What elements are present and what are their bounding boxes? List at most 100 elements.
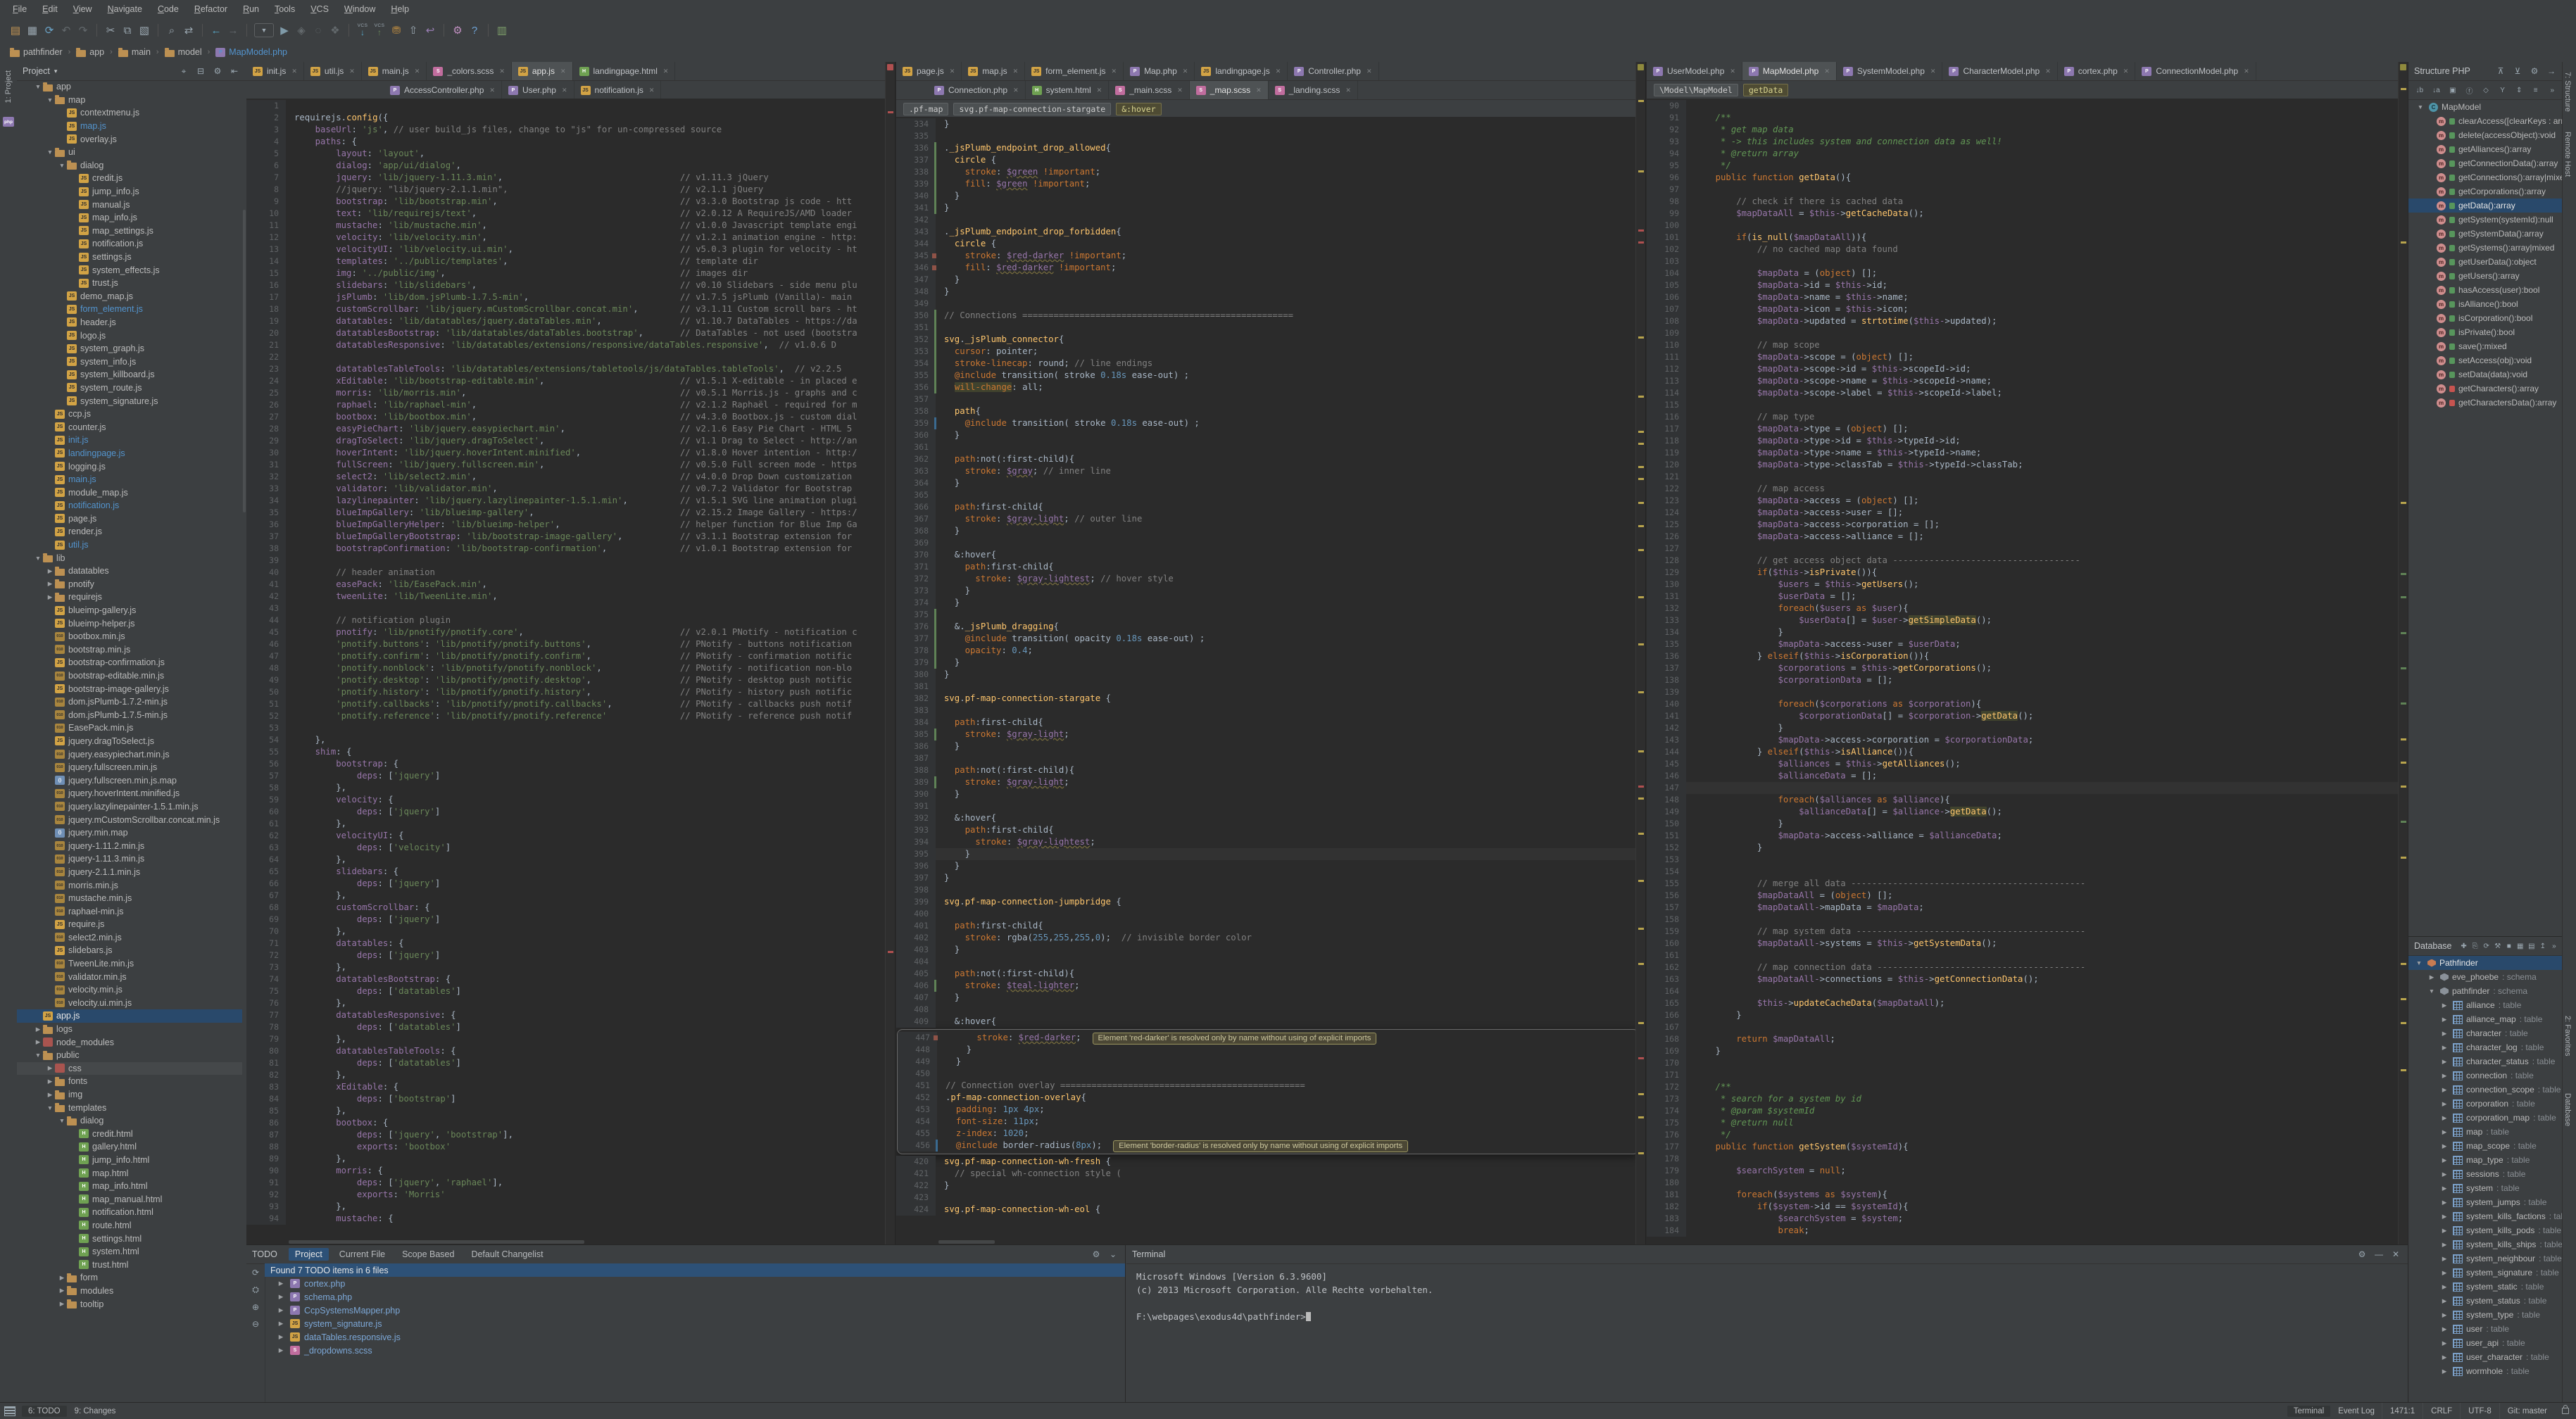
tab-close-icon[interactable]: ✕ xyxy=(560,68,566,75)
terminal-header-icon[interactable]: ✕ xyxy=(2389,1248,2402,1261)
readonly-lock-icon[interactable] xyxy=(2562,1408,2569,1414)
todo-file-row[interactable]: ▶Pcortex.php xyxy=(265,1277,1125,1290)
eg-right-error-stripe[interactable] xyxy=(2398,62,2408,1244)
tab-_colors.scss[interactable]: S_colors.scss✕ xyxy=(427,62,512,80)
project-tree-row[interactable]: 010bootbox.min.js xyxy=(17,630,242,643)
back-icon[interactable]: ← xyxy=(208,22,225,39)
project-tree-row[interactable]: ▼app xyxy=(17,80,242,94)
project-tree-row[interactable]: 010bootstrap-editable.min.js xyxy=(17,669,242,683)
save-all-icon[interactable]: ▦ xyxy=(24,22,41,39)
undo-icon[interactable]: ↶ xyxy=(58,22,75,39)
tab-close-icon[interactable]: ✕ xyxy=(562,87,567,94)
vcs-update-icon[interactable]: VCS↓ xyxy=(354,24,371,37)
tab-close-icon[interactable]: ✕ xyxy=(1366,68,1372,75)
terminal-output[interactable]: Microsoft Windows [Version 6.3.9600](c) … xyxy=(1126,1264,2408,1323)
project-tree-row[interactable]: JSslidebars.js xyxy=(17,944,242,957)
encoding-widget[interactable]: UTF-8 xyxy=(2460,1403,2499,1419)
breadcrumb-item[interactable]: model xyxy=(162,46,205,58)
project-tree-row[interactable]: JSnotification.js xyxy=(17,499,242,512)
git-branch-widget[interactable]: Git: master xyxy=(2499,1403,2555,1419)
settings-icon[interactable]: ⚙ xyxy=(449,22,466,39)
todo-strip-icon[interactable]: ⊕ xyxy=(252,1302,259,1312)
structure-method-row[interactable]: mgetSystem(systemId):null xyxy=(2408,213,2563,227)
tab-close-icon[interactable]: ✕ xyxy=(2045,68,2051,75)
project-tree-row[interactable]: JSsystem_info.js xyxy=(17,355,242,368)
paste-icon[interactable]: ▧ xyxy=(136,22,153,39)
project-tree-row[interactable]: JSmap_settings.js xyxy=(17,225,242,238)
structure-method-row[interactable]: mgetSystemData():array xyxy=(2408,227,2563,241)
structure-method-row[interactable]: misAlliance():bool xyxy=(2408,297,2563,311)
database-table-row[interactable]: ▶system: table xyxy=(2408,1181,2563,1195)
editor-group-middle[interactable]: JSpage.js✕JSmap.js✕JSform_element.js✕PMa… xyxy=(896,62,1646,1244)
run-icon[interactable]: ▶ xyxy=(276,22,293,39)
todo-tab-current-file[interactable]: Current File xyxy=(333,1248,391,1261)
breadcrumb-item[interactable]: pathfinder xyxy=(7,46,65,58)
project-tree-row[interactable]: ▶form xyxy=(17,1271,242,1285)
breadcrumb-item[interactable]: main xyxy=(115,46,153,58)
database-header-icon[interactable]: ▦ xyxy=(2517,940,2524,952)
structure-toolbar-icon[interactable]: » xyxy=(2547,84,2558,96)
database-table-row[interactable]: ▶user_character: table xyxy=(2408,1350,2563,1364)
coverage-icon[interactable]: ◌ xyxy=(310,22,327,39)
todo-summary-row[interactable]: Found 7 TODO items in 6 files xyxy=(265,1263,1125,1277)
tab-init.js[interactable]: JSinit.js✕ xyxy=(246,62,304,80)
project-tree-row[interactable]: JSutil.js xyxy=(17,538,242,552)
collapse-all-icon[interactable]: ⊟ xyxy=(194,65,207,77)
structure-method-row[interactable]: misCorporation():bool xyxy=(2408,311,2563,325)
structure-header-icon[interactable]: ⊻ xyxy=(2511,65,2524,77)
todo-header-icon[interactable]: ⚙ xyxy=(1090,1248,1102,1261)
deployment-icon[interactable]: ▥ xyxy=(494,22,510,39)
toolwindow-button-6-todo[interactable]: 6: TODO xyxy=(22,1406,67,1417)
tool-stripe-7-structure[interactable]: 7: Structure xyxy=(2563,68,2572,116)
structure-method-row[interactable]: msetData(data):void xyxy=(2408,367,2563,381)
project-tree-row[interactable]: JSlogging.js xyxy=(17,460,242,473)
database-table-row[interactable]: ▶corporation: table xyxy=(2408,1097,2563,1111)
structure-toolbar-icon[interactable]: ↓a xyxy=(2431,84,2442,96)
tab-close-icon[interactable]: ✕ xyxy=(489,87,495,94)
database-table-row[interactable]: ▶system_jumps: table xyxy=(2408,1195,2563,1209)
project-tree-row[interactable]: JSbootstrap-image-gallery.js xyxy=(17,682,242,695)
project-tree-row[interactable]: JSlogo.js xyxy=(17,329,242,342)
project-tree-row[interactable]: JSccp.js xyxy=(17,408,242,421)
structure-method-row[interactable]: mgetSystems():array|mixed xyxy=(2408,241,2563,255)
tab-close-icon[interactable]: ✕ xyxy=(1013,87,1019,94)
locate-icon[interactable]: ⌖ xyxy=(177,65,190,77)
structure-header-icon[interactable]: ⚙ xyxy=(2528,65,2541,77)
todo-file-row[interactable]: ▶PCcpSystemsMapper.php xyxy=(265,1304,1125,1317)
menu-refactor[interactable]: Refactor xyxy=(187,2,234,16)
run-configuration-select[interactable]: ▼ xyxy=(254,23,274,37)
project-tree-row[interactable]: JSsystem_route.js xyxy=(17,381,242,395)
database-table-row[interactable]: ▶wormhole: table xyxy=(2408,1364,2563,1378)
structure-method-row[interactable]: mgetUserData():object xyxy=(2408,255,2563,269)
toolwindow-button-terminal[interactable]: Terminal xyxy=(2287,1406,2330,1417)
tab-close-icon[interactable]: ✕ xyxy=(499,68,505,75)
tab-close-icon[interactable]: ✕ xyxy=(2123,68,2129,75)
database-table-row[interactable]: ▶system_signature: table xyxy=(2408,1266,2563,1280)
project-tree-row[interactable]: JSsettings.js xyxy=(17,251,242,264)
tab-ConnectionModel.php[interactable]: PConnectionModel.php✕ xyxy=(2135,62,2256,80)
project-view-dropdown[interactable]: ▾ xyxy=(54,68,58,75)
project-tree-row[interactable]: JStrust.js xyxy=(17,277,242,290)
database-table-row[interactable]: ▶system_kills_factions: table xyxy=(2408,1209,2563,1223)
project-tree[interactable]: ▼app▼mapJScontextmenu.jsJSmap.jsJSoverla… xyxy=(17,80,242,1403)
project-tree-row[interactable]: 010jquery.mCustomScrollbar.concat.min.js xyxy=(17,813,242,826)
project-tree-row[interactable]: ▶datatables xyxy=(17,565,242,578)
tab-MapModel.php[interactable]: PMapModel.php✕ xyxy=(1742,62,1837,80)
open-project-icon[interactable]: ▤ xyxy=(7,22,24,39)
structure-toolbar-icon[interactable]: Y xyxy=(2497,84,2508,96)
project-tree-row[interactable]: JScounter.js xyxy=(17,420,242,434)
project-tree-row[interactable]: JSsystem_effects.js xyxy=(17,263,242,277)
structure-toolbar-icon[interactable]: ⓕ xyxy=(2464,84,2475,96)
structure-toolbar-icon[interactable]: ◇ xyxy=(2480,84,2492,96)
structure-toolbar-icon[interactable]: ≡ xyxy=(2530,84,2542,96)
tool-window-switcher-icon[interactable] xyxy=(4,1406,15,1416)
tab-landingpage.html[interactable]: Hlandingpage.html✕ xyxy=(573,62,676,80)
project-tree-row[interactable]: ▼dialog xyxy=(17,159,242,172)
database-table-row[interactable]: ▶system_static: table xyxy=(2408,1280,2563,1294)
project-tree-row[interactable]: ▶requirejs xyxy=(17,591,242,604)
menu-navigate[interactable]: Navigate xyxy=(101,2,149,16)
structure-method-row[interactable]: mgetConnections():array|mixed xyxy=(2408,170,2563,184)
todo-file-row[interactable]: ▶JSsystem_signature.js xyxy=(265,1317,1125,1330)
project-tree-row[interactable]: JSblueimp-gallery.js xyxy=(17,604,242,617)
project-tree-row[interactable]: JSheader.js xyxy=(17,316,242,329)
